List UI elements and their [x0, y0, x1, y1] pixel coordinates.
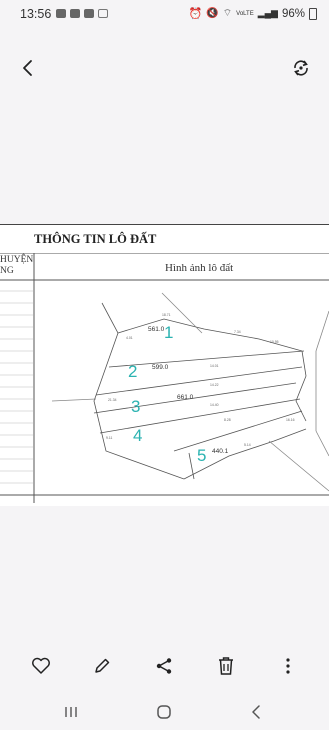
svg-text:9.11: 9.11 — [106, 436, 112, 440]
back-button[interactable] — [14, 54, 42, 82]
action-bar — [0, 648, 329, 684]
svg-text:10.95: 10.95 — [270, 340, 279, 344]
home-button[interactable] — [150, 698, 178, 726]
network-label: VoLTE — [236, 10, 254, 17]
lot-2-area: 599.0 — [152, 364, 169, 371]
lot-2-number: 2 — [128, 362, 137, 381]
home-icon — [157, 705, 171, 719]
app-notification-icon — [84, 9, 94, 18]
lot-info-table: HUYỆN NG Hình ảnh lô đất 18.71 7.34 10.9… — [0, 253, 329, 503]
document-title: THÔNG TIN LÔ ĐẤT — [34, 232, 157, 246]
svg-text:8.28: 8.28 — [224, 418, 231, 422]
mute-icon: 🔇 — [206, 8, 219, 19]
document-image[interactable]: THÔNG TIN LÔ ĐẤT HUYỆN NG Hình ảnh lô đấ… — [0, 224, 329, 506]
rotate-icon — [294, 60, 308, 76]
status-time: 13:56 — [20, 7, 52, 21]
table-top-border — [0, 224, 329, 225]
trash-icon — [219, 657, 233, 675]
lot-4-number: 4 — [133, 426, 142, 445]
more-options-button[interactable] — [274, 652, 302, 680]
app-notification-icon — [56, 9, 66, 18]
more-vertical-icon — [286, 658, 290, 674]
svg-text:7.34: 7.34 — [234, 330, 241, 334]
delete-button[interactable] — [212, 652, 240, 680]
chevron-left-icon — [23, 60, 32, 76]
share-button[interactable] — [150, 652, 178, 680]
battery-icon — [309, 7, 317, 20]
lot-5-area: 440.1 — [212, 448, 229, 455]
back-nav-button[interactable] — [242, 698, 270, 726]
survey-plan-drawing: 18.71 7.34 10.95 4.01 21.34 9.11 14.01 1… — [51, 292, 329, 492]
left-column-header: HUYỆN NG — [0, 255, 33, 277]
svg-text:14.40: 14.40 — [210, 403, 219, 407]
lot-3-number: 3 — [131, 397, 140, 416]
right-column-header: Hình ảnh lô đất — [165, 262, 234, 274]
svg-text:5.14: 5.14 — [244, 443, 251, 447]
app-notification-icon — [70, 9, 80, 18]
share-icon — [156, 658, 172, 674]
svg-text:14.01: 14.01 — [210, 364, 219, 368]
edit-button[interactable] — [88, 652, 116, 680]
status-bar: 13:56 ⏰ 🔇 ⌔ VoLTE ▂▄▆ 96% — [0, 0, 329, 28]
top-toolbar — [0, 48, 329, 88]
lot-3-area: 661.0 — [177, 394, 194, 401]
back-nav-icon — [252, 705, 260, 719]
recent-apps-button[interactable] — [57, 698, 85, 726]
battery-percent: 96% — [281, 7, 305, 20]
svg-text:4.01: 4.01 — [126, 336, 133, 340]
lot-1-number: 1 — [164, 323, 173, 342]
signal-icon: ▂▄▆ — [257, 8, 278, 18]
auto-rotate-button[interactable] — [287, 54, 315, 82]
pencil-icon — [95, 658, 110, 673]
heart-icon — [32, 657, 50, 674]
left-header-line1: HUYỆN — [0, 255, 34, 265]
recent-apps-icon — [65, 707, 77, 717]
wifi-icon: ⌔ — [222, 8, 233, 19]
svg-text:16.16: 16.16 — [286, 418, 295, 422]
lot-5-number: 5 — [197, 446, 206, 465]
favorite-button[interactable] — [27, 652, 55, 680]
left-header-line2: NG — [0, 266, 14, 276]
svg-text:18.71: 18.71 — [162, 313, 171, 317]
navigation-bar — [0, 694, 329, 730]
svg-text:21.34: 21.34 — [108, 398, 117, 402]
settings-notification-icon — [98, 9, 108, 18]
alarm-icon: ⏰ — [188, 8, 203, 20]
lot-1-area: 561.0 — [148, 326, 165, 333]
svg-text:14.22: 14.22 — [210, 383, 219, 387]
